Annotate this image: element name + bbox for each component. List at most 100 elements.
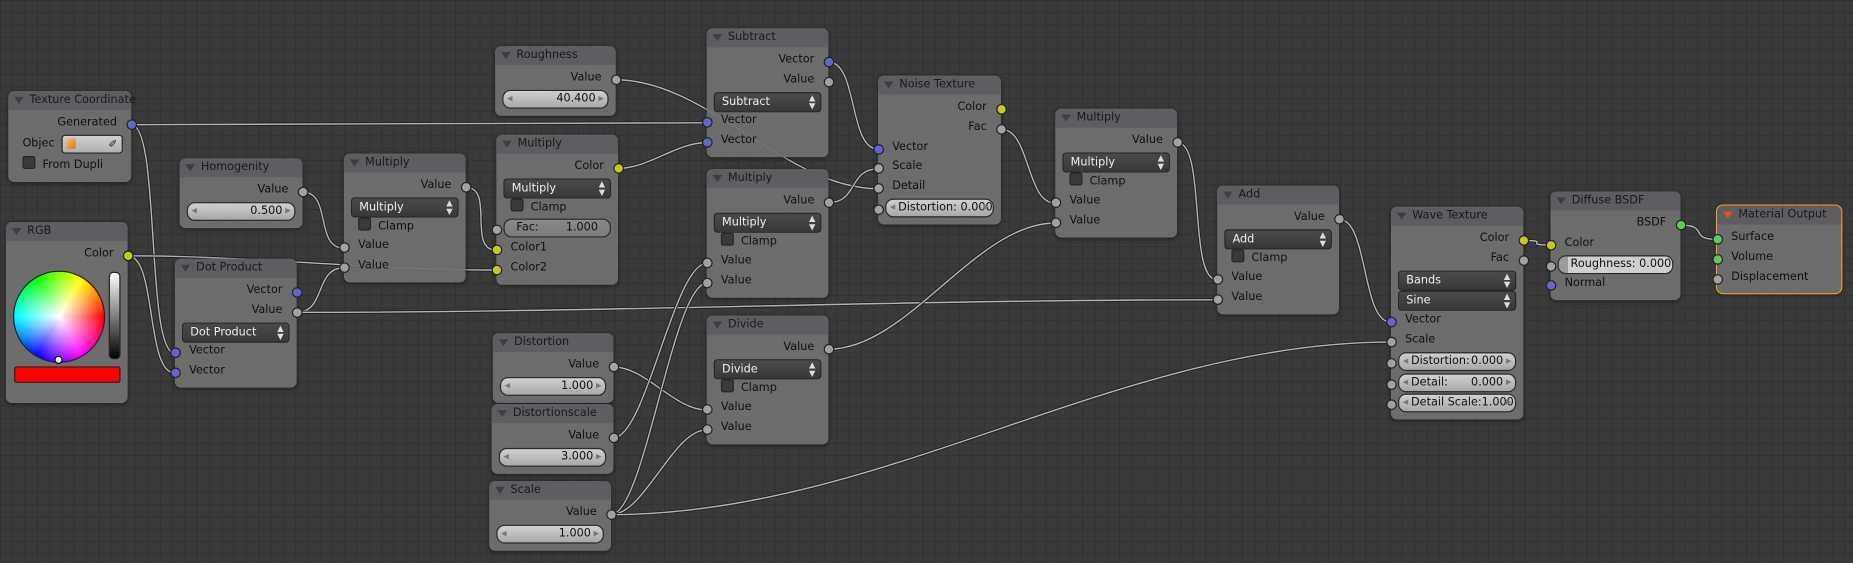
- dropdown-select[interactable]: Divide ▲ ▼: [713, 359, 822, 380]
- value-socket[interactable]: [1545, 260, 1556, 272]
- shader-socket[interactable]: [1711, 233, 1723, 245]
- node-editor-canvas[interactable]: Texture Coordinate Generated Objec ✐ From Du…: [0, 0, 1853, 563]
- value-slider[interactable]: [108, 271, 121, 360]
- eyedropper-icon[interactable]: ✐: [108, 136, 117, 156]
- node-diffuse[interactable]: Diffuse BSDF BSDF Color Roughness: 0.000 Nor…: [1545, 191, 1686, 301]
- node-add[interactable]: Add Value Add ▲ ▼ Clamp Value Value: [1211, 185, 1345, 315]
- decrement-arrow-icon[interactable]: ◀: [505, 378, 510, 395]
- checkbox-row[interactable]: Clamp: [496, 198, 618, 218]
- collapse-triangle-icon[interactable]: [1556, 197, 1566, 205]
- number-field[interactable]: ◀ Distortion: 0.000 ▶: [885, 198, 994, 218]
- node-header[interactable]: Homogenity: [179, 158, 303, 178]
- node-subtract[interactable]: Subtract Vector Value Subtract ▲ ▼ Vector Vecto…: [701, 28, 834, 158]
- node-rgb[interactable]: RGB Color: [5, 222, 133, 403]
- node-header[interactable]: Distortion: [492, 333, 614, 353]
- node-header[interactable]: Distortionscale: [491, 404, 614, 424]
- node-mix[interactable]: Multiply Color Multiply ▲ ▼ Clamp Fac: 1.000 Col…: [491, 134, 624, 285]
- color-picker[interactable]: [6, 264, 128, 396]
- value-socket[interactable]: [1211, 274, 1223, 286]
- checkbox-row[interactable]: Clamp: [707, 232, 829, 252]
- checkbox-row[interactable]: Clamp: [1217, 248, 1339, 269]
- number-field[interactable]: ◀ 3.000 ▶: [498, 447, 607, 467]
- checkbox[interactable]: [1231, 248, 1245, 262]
- value-socket[interactable]: [1385, 378, 1397, 390]
- checkbox[interactable]: [720, 232, 734, 246]
- number-field[interactable]: Roughness: 0.000: [1557, 254, 1674, 274]
- node-header[interactable]: Scale: [489, 480, 611, 500]
- collapse-triangle-icon[interactable]: [1223, 191, 1233, 199]
- collapse-triangle-icon[interactable]: [712, 174, 723, 182]
- number-field[interactable]: Fac: 1.000: [503, 219, 611, 238]
- color-socket[interactable]: [1517, 235, 1529, 246]
- number-field[interactable]: ◀ 40.400 ▶: [502, 89, 609, 109]
- value-socket[interactable]: [995, 123, 1007, 135]
- checkbox-row[interactable]: From Dupli: [8, 155, 131, 176]
- node-header[interactable]: Multiply: [1055, 108, 1178, 128]
- node-header[interactable]: Wave Texture: [1390, 206, 1524, 226]
- checkbox[interactable]: [720, 378, 734, 392]
- node-roughness[interactable]: Roughness Value ◀ 40.400 ▶: [495, 46, 622, 116]
- increment-arrow-icon[interactable]: ▶: [596, 449, 601, 466]
- collapse-triangle-icon[interactable]: [185, 164, 195, 172]
- value-socket[interactable]: [1385, 399, 1397, 411]
- collapse-triangle-icon[interactable]: [501, 51, 511, 60]
- node-header[interactable]: Multiply: [343, 153, 466, 173]
- node-header[interactable]: Diffuse BSDF: [1550, 191, 1681, 211]
- vector-socket[interactable]: [1385, 316, 1397, 328]
- checkbox[interactable]: [358, 216, 372, 230]
- value-socket[interactable]: [1211, 294, 1223, 306]
- value-socket[interactable]: [823, 76, 834, 88]
- color-wheel[interactable]: [12, 270, 106, 363]
- collapse-triangle-icon[interactable]: [712, 321, 723, 329]
- node-scale[interactable]: Scale Value ◀ 1.000 ▶: [489, 480, 617, 551]
- collapse-triangle-icon[interactable]: [498, 339, 509, 347]
- node-homogenity[interactable]: Homogenity Value ◀ 0.500 ▶: [179, 158, 308, 228]
- value-socket[interactable]: [608, 432, 619, 444]
- color-swatch[interactable]: [14, 366, 121, 383]
- value-socket[interactable]: [701, 424, 713, 436]
- value-socket[interactable]: [1517, 255, 1529, 266]
- increment-arrow-icon[interactable]: ▶: [598, 91, 603, 108]
- collapse-triangle-icon[interactable]: [1061, 114, 1071, 122]
- increment-arrow-icon[interactable]: ▶: [1506, 353, 1511, 370]
- value-socket[interactable]: [338, 262, 350, 274]
- value-socket[interactable]: [823, 343, 834, 355]
- vector-socket[interactable]: [291, 287, 302, 298]
- node-output[interactable]: Material Output Surface Volume Displacement: [1711, 204, 1843, 295]
- color-socket[interactable]: [612, 163, 624, 174]
- number-field[interactable]: ◀ 1.000 ▶: [499, 376, 607, 396]
- increment-arrow-icon[interactable]: ▶: [984, 200, 989, 217]
- vector-socket[interactable]: [169, 367, 181, 379]
- dropdown-select[interactable]: Multiply ▲ ▼: [350, 197, 459, 218]
- collapse-triangle-icon[interactable]: [495, 486, 505, 494]
- decrement-arrow-icon[interactable]: ◀: [507, 91, 512, 108]
- number-field[interactable]: ◀ Detail: 0.000 ▶: [1398, 372, 1517, 392]
- vector-socket[interactable]: [125, 119, 137, 130]
- node-header[interactable]: Material Output: [1717, 205, 1842, 225]
- checkbox[interactable]: [510, 198, 524, 212]
- value-socket[interactable]: [605, 509, 617, 520]
- value-socket[interactable]: [872, 204, 884, 216]
- increment-arrow-icon[interactable]: ▶: [594, 526, 599, 543]
- shader-socket[interactable]: [1711, 253, 1723, 265]
- increment-arrow-icon[interactable]: ▶: [596, 378, 601, 395]
- color-socket[interactable]: [491, 264, 502, 276]
- node-divide[interactable]: Divide Value Divide ▲ ▼ Clamp Value Value: [701, 315, 834, 445]
- node-header[interactable]: Texture Coordinate: [8, 90, 136, 110]
- dropdown-select[interactable]: Sine ▲ ▼: [1398, 291, 1517, 312]
- node-mul3[interactable]: Multiply Value Multiply ▲ ▼ Clamp Value Value: [701, 168, 834, 298]
- color-socket[interactable]: [1545, 239, 1556, 251]
- checkbox-row[interactable]: Clamp: [344, 216, 466, 237]
- collapse-triangle-icon[interactable]: [502, 140, 512, 148]
- node-header[interactable]: Subtract: [706, 28, 829, 48]
- checkbox-row[interactable]: Clamp: [1055, 172, 1177, 192]
- node-header[interactable]: Noise Texture: [878, 75, 1001, 95]
- dropdown-select[interactable]: Multiply ▲ ▼: [713, 212, 822, 233]
- dropdown-select[interactable]: Add ▲ ▼: [1224, 229, 1332, 250]
- checkbox[interactable]: [1069, 172, 1083, 186]
- node-header[interactable]: Add: [1217, 185, 1339, 205]
- node-header[interactable]: RGB: [5, 222, 128, 242]
- value-socket[interactable]: [1711, 273, 1723, 285]
- value-socket[interactable]: [291, 307, 302, 318]
- collapse-triangle-icon[interactable]: [14, 96, 24, 104]
